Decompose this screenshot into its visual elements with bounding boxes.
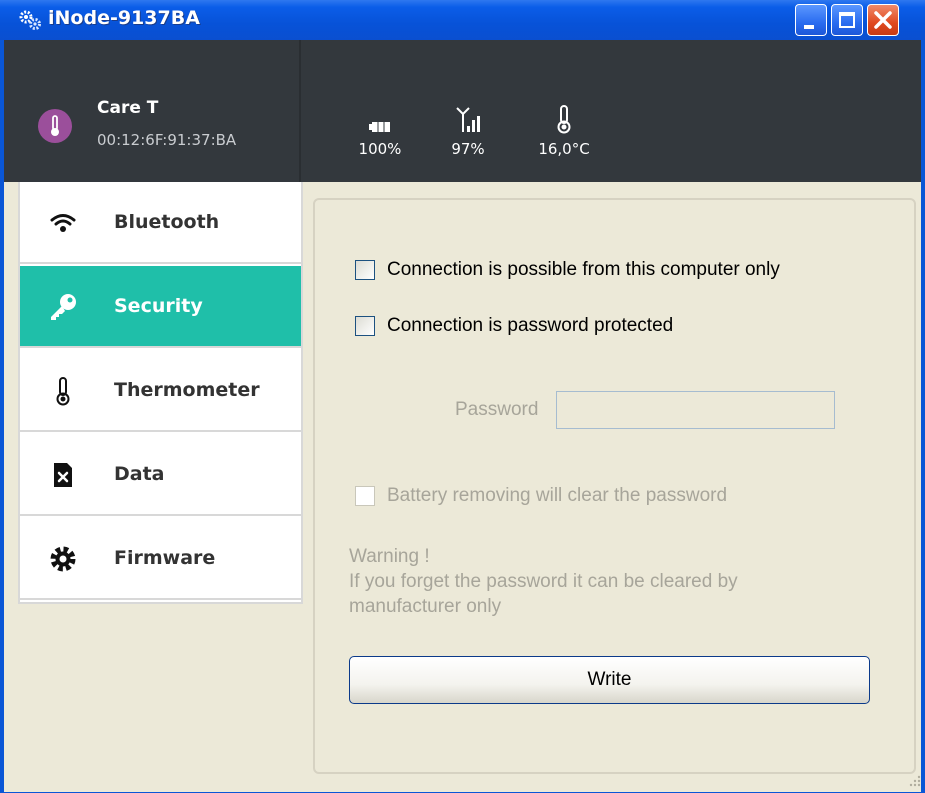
signal-value: 97% <box>451 140 485 158</box>
device-mac: 00:12:6F:91:37:BA <box>97 131 237 149</box>
password-label: Password <box>455 399 539 420</box>
sidebar-item-label: Security <box>114 295 203 317</box>
device-name: Care T <box>97 98 159 118</box>
sidebar-item-security[interactable]: Security <box>20 266 301 348</box>
maximize-button[interactable] <box>831 4 863 36</box>
battery-clear-label: Battery removing will clear the password <box>387 485 728 506</box>
sidebar: Bluetooth Security Thermometer Data Firm… <box>18 182 303 604</box>
header-divider <box>299 40 301 182</box>
password-protected-label: Connection is password protected <box>387 315 674 336</box>
battery-stat: 100% <box>352 100 408 158</box>
password-input[interactable] <box>556 391 835 429</box>
warning-message: Warning ! If you forget the password it … <box>349 544 809 619</box>
resize-grip-icon[interactable] <box>909 772 921 791</box>
thermometer-icon <box>51 115 59 136</box>
signal-icon <box>456 107 480 132</box>
computer-only-label: Connection is possible from this compute… <box>387 259 780 280</box>
warning-title: Warning ! <box>349 546 430 567</box>
key-icon <box>48 292 78 322</box>
write-button[interactable]: Write <box>349 656 870 704</box>
gear-icon <box>48 544 78 574</box>
device-header: Care T 00:12:6F:91:37:BA 100% 97% 16,0°C <box>4 40 921 182</box>
warning-text: If you forget the password it can be cle… <box>349 571 738 617</box>
minimize-button[interactable] <box>795 4 827 36</box>
sidebar-item-thermometer[interactable]: Thermometer <box>20 350 301 432</box>
close-button[interactable] <box>867 4 899 36</box>
sidebar-item-label: Thermometer <box>114 379 260 401</box>
battery-icon <box>369 122 390 132</box>
temperature-stat: 16,0°C <box>529 100 599 158</box>
battery-value: 100% <box>358 140 402 158</box>
device-avatar <box>38 109 72 143</box>
sidebar-item-firmware[interactable]: Firmware <box>20 518 301 600</box>
password-protected-checkbox[interactable] <box>355 316 375 336</box>
sidebar-item-bluetooth[interactable]: Bluetooth <box>20 182 301 264</box>
thermometer-icon <box>557 105 571 134</box>
wifi-icon <box>48 208 78 238</box>
minimize-icon <box>804 25 814 29</box>
sidebar-item-label: Bluetooth <box>114 211 220 233</box>
password-protected-option[interactable]: Connection is password protected <box>355 315 673 337</box>
signal-stat: 97% <box>444 100 492 158</box>
sidebar-item-label: Firmware <box>114 547 216 569</box>
battery-clear-checkbox[interactable] <box>355 486 375 506</box>
gears-icon <box>18 9 42 31</box>
close-icon <box>874 11 892 29</box>
title-bar[interactable]: iNode-9137BA <box>0 0 925 40</box>
battery-clear-option[interactable]: Battery removing will clear the password <box>355 485 727 507</box>
computer-only-checkbox[interactable] <box>355 260 375 280</box>
window-title: iNode-9137BA <box>48 7 200 29</box>
sidebar-item-data[interactable]: Data <box>20 434 301 516</box>
maximize-icon <box>839 12 855 28</box>
thermometer-icon <box>48 376 78 406</box>
computer-only-option[interactable]: Connection is possible from this compute… <box>355 259 780 281</box>
temperature-value: 16,0°C <box>538 140 590 158</box>
file-delete-icon <box>48 460 78 490</box>
app-window: iNode-9137BA Care T 00:12:6F:91:37:BA 10… <box>0 0 925 793</box>
sidebar-item-label: Data <box>114 463 165 485</box>
